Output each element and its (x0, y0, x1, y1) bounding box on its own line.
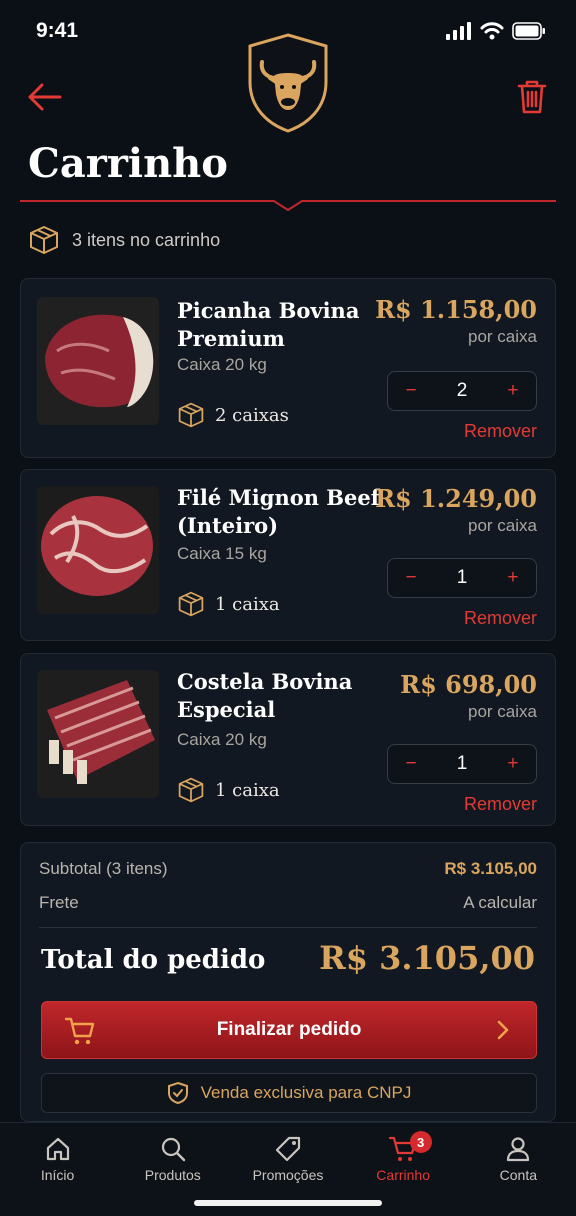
product-name-line1: Filé Mignon Beef (177, 485, 380, 510)
decrement-button[interactable]: − (400, 378, 422, 404)
home-indicator (194, 1200, 382, 1206)
tab-label: Produtos (144, 1167, 201, 1183)
subtotal-label: Subtotal (3 itens) (39, 859, 168, 878)
chevron-right-icon (497, 1020, 509, 1040)
quantity-stepper: − 1 + (387, 744, 537, 784)
tab-label: Início (40, 1167, 75, 1183)
cart-icon (64, 1017, 95, 1045)
user-icon (507, 1137, 530, 1162)
product-price: R$ 1.158,00 (375, 295, 537, 324)
product-name: Costela Bovina Especial (177, 668, 377, 724)
tag-icon (275, 1136, 301, 1162)
product-name-line1: Costela Bovina (177, 669, 353, 694)
cart-item: Filé Mignon Beef (Inteiro) Caixa 15 kg 1… (20, 469, 556, 641)
total-value: R$ 3.105,00 (319, 939, 535, 977)
product-image-costela (37, 670, 159, 798)
product-box-size: Caixa 20 kg (177, 355, 267, 374)
product-name: Filé Mignon Beef (Inteiro) (177, 484, 397, 540)
cart-badge: 3 (409, 1131, 432, 1153)
product-qty-summary: 2 caixas (177, 401, 289, 429)
quantity-stepper: − 1 + (387, 558, 537, 598)
product-name-line2: Premium (177, 326, 285, 351)
shipping-row: Frete A calcular (39, 893, 537, 913)
quantity-value: 1 (456, 567, 468, 588)
trash-icon[interactable] (516, 78, 548, 116)
price-unit: por caixa (468, 516, 537, 535)
product-name-line1: Picanha Bovina (177, 298, 360, 323)
product-name-line2: Especial (177, 697, 276, 722)
checkout-label: Finalizar pedido (216, 1019, 362, 1040)
price-unit: por caixa (468, 327, 537, 346)
tab-label: Promoções (252, 1167, 324, 1183)
summary-divider (39, 927, 537, 928)
qty-label: 1 caixa (215, 593, 280, 615)
shipping-label: Frete (39, 893, 79, 912)
cart-count: 3 itens no carrinho (28, 224, 220, 256)
product-qty-summary: 1 caixa (177, 776, 280, 804)
quantity-value: 1 (456, 753, 468, 774)
cart-count-label: 3 itens no carrinho (72, 229, 221, 250)
order-summary: Subtotal (3 itens) R$ 3.105,00 Frete A c… (20, 842, 556, 1122)
cart-item: Costela Bovina Especial Caixa 20 kg 1 ca… (20, 653, 556, 826)
search-icon (161, 1137, 185, 1162)
box-icon (30, 226, 58, 254)
tab-conta[interactable]: Conta (461, 1123, 576, 1216)
shield-check-icon (167, 1081, 188, 1105)
product-price: R$ 698,00 (400, 670, 537, 699)
box-icon (178, 402, 204, 428)
checkout-button[interactable]: Finalizar pedido (41, 1001, 537, 1059)
tab-label: Carrinho (376, 1167, 430, 1183)
increment-button[interactable]: + (502, 565, 524, 591)
total-label: Total do pedido (41, 945, 266, 975)
product-box-size: Caixa 20 kg (177, 730, 267, 749)
box-icon (178, 591, 204, 617)
product-image-file-mignon (37, 486, 159, 614)
tab-label: Conta (499, 1167, 538, 1183)
product-qty-summary: 1 caixa (177, 590, 280, 618)
subtotal-value: R$ 3.105,00 (444, 859, 537, 878)
product-box-size: Caixa 15 kg (177, 544, 267, 563)
qty-label: 1 caixa (215, 779, 280, 801)
quantity-stepper: − 2 + (387, 371, 537, 411)
increment-button[interactable]: + (502, 378, 524, 404)
decrement-button[interactable]: − (400, 565, 422, 591)
back-arrow-icon[interactable] (24, 80, 64, 114)
cnpj-notice: Venda exclusiva para CNPJ (41, 1073, 537, 1113)
price-unit: por caixa (468, 702, 537, 721)
remove-button[interactable]: Remover (464, 608, 537, 629)
product-name: Picanha Bovina Premium (177, 297, 377, 353)
quantity-value: 2 (456, 380, 468, 401)
product-image-picanha (37, 297, 159, 425)
box-icon (178, 777, 204, 803)
remove-button[interactable]: Remover (464, 794, 537, 815)
qty-label: 2 caixas (215, 404, 289, 426)
cart-item: Picanha Bovina Premium Caixa 20 kg 2 cai… (20, 278, 556, 458)
title-divider (20, 200, 556, 212)
subtotal-row: Subtotal (3 itens) R$ 3.105,00 (39, 859, 537, 879)
page-title: Carrinho (28, 140, 228, 187)
product-price: R$ 1.249,00 (375, 484, 537, 513)
tab-inicio[interactable]: Início (0, 1123, 115, 1216)
product-name-line2: (Inteiro) (177, 513, 279, 538)
home-icon (46, 1137, 69, 1161)
cnpj-label: Venda exclusiva para CNPJ (200, 1083, 412, 1102)
bull-shield-logo (248, 33, 328, 133)
shipping-value: A calcular (463, 893, 537, 912)
increment-button[interactable]: + (502, 751, 524, 777)
header (0, 30, 576, 140)
remove-button[interactable]: Remover (464, 421, 537, 442)
decrement-button[interactable]: − (400, 751, 422, 777)
